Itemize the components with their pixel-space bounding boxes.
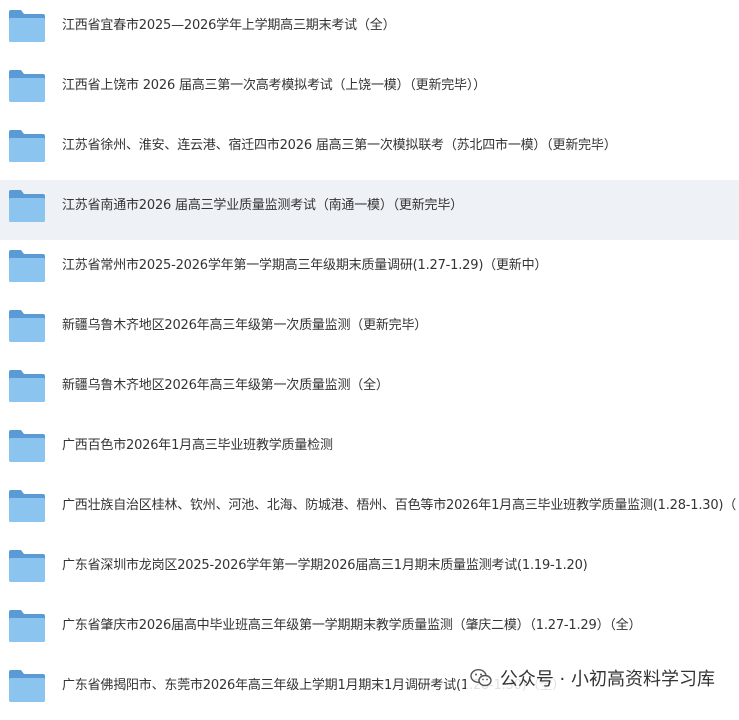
folder-icon	[9, 250, 45, 282]
file-name: 江西省宜春市2025—2026学年上学期高三期末考试（全）	[62, 18, 396, 33]
wechat-icon	[470, 668, 492, 687]
folder-icon	[9, 670, 45, 702]
file-list: 江西省宜春市2025—2026学年上学期高三期末考试（全） 江西省上饶市 2026…	[0, 0, 739, 720]
file-name: 广西百色市2026年1月高三毕业班教学质量检测	[62, 438, 333, 453]
file-row[interactable]: 新疆乌鲁木齐地区2026年高三年级第一次质量监测（全）	[0, 360, 739, 420]
file-row[interactable]: 江西省上饶市 2026 届高三第一次高考模拟考试（上饶一模）（更新完毕））	[0, 60, 739, 120]
folder-icon	[9, 370, 45, 402]
file-row[interactable]: 江西省宜春市2025—2026学年上学期高三期末考试（全）	[0, 0, 739, 60]
file-name: 江苏省徐州、淮安、连云港、宿迁四市2026 届高三第一次模拟联考（苏北四市一模）…	[62, 138, 617, 153]
folder-icon	[9, 430, 45, 462]
file-row[interactable]: 江苏省常州市2025-2026学年第一学期高三年级期末质量调研(1.27-1.2…	[0, 240, 739, 300]
folder-icon	[9, 310, 45, 342]
file-name: 江苏省南通市2026 届高三学业质量监测考试（南通一模）（更新完毕）	[62, 198, 463, 213]
watermark: 公众号 · 小初高资料学习库	[465, 664, 721, 692]
file-row[interactable]: 广西壮族自治区桂林、钦州、河池、北海、防城港、梧州、百色等市2026年1月高三毕…	[0, 480, 739, 540]
folder-icon	[9, 130, 45, 162]
file-row[interactable]: 广西百色市2026年1月高三毕业班教学质量检测	[0, 420, 739, 480]
file-name: 江苏省常州市2025-2026学年第一学期高三年级期末质量调研(1.27-1.2…	[62, 258, 548, 273]
watermark-text: 公众号 · 小初高资料学习库	[499, 669, 715, 690]
folder-icon	[9, 70, 45, 102]
folder-icon	[9, 550, 45, 582]
folder-icon	[9, 610, 45, 642]
file-row[interactable]: 江苏省南通市2026 届高三学业质量监测考试（南通一模）（更新完毕）	[0, 180, 739, 240]
folder-icon	[9, 190, 45, 222]
file-name: 广西壮族自治区桂林、钦州、河池、北海、防城港、梧州、百色等市2026年1月高三毕…	[62, 498, 737, 513]
folder-icon	[9, 490, 45, 522]
file-name: 新疆乌鲁木齐地区2026年高三年级第一次质量监测（更新完毕）	[62, 318, 428, 333]
file-name: 新疆乌鲁木齐地区2026年高三年级第一次质量监测（全）	[62, 378, 389, 393]
file-row[interactable]: 广东省深圳市龙岗区2025-2026学年第一学期2026届高三1月期末质量监测考…	[0, 540, 739, 600]
file-row[interactable]: 江苏省徐州、淮安、连云港、宿迁四市2026 届高三第一次模拟联考（苏北四市一模）…	[0, 120, 739, 180]
file-name: 广东省深圳市龙岗区2025-2026学年第一学期2026届高三1月期末质量监测考…	[62, 558, 588, 573]
file-name: 江西省上饶市 2026 届高三第一次高考模拟考试（上饶一模）（更新完毕））	[62, 78, 486, 93]
file-row[interactable]: 新疆乌鲁木齐地区2026年高三年级第一次质量监测（更新完毕）	[0, 300, 739, 360]
file-row[interactable]: 广东省肇庆市2026届高中毕业班高三年级第一学期期末教学质量监测（肇庆二模）（1…	[0, 600, 739, 660]
folder-icon	[9, 10, 45, 42]
file-name: 广东省肇庆市2026届高中毕业班高三年级第一学期期末教学质量监测（肇庆二模）（1…	[62, 618, 642, 633]
